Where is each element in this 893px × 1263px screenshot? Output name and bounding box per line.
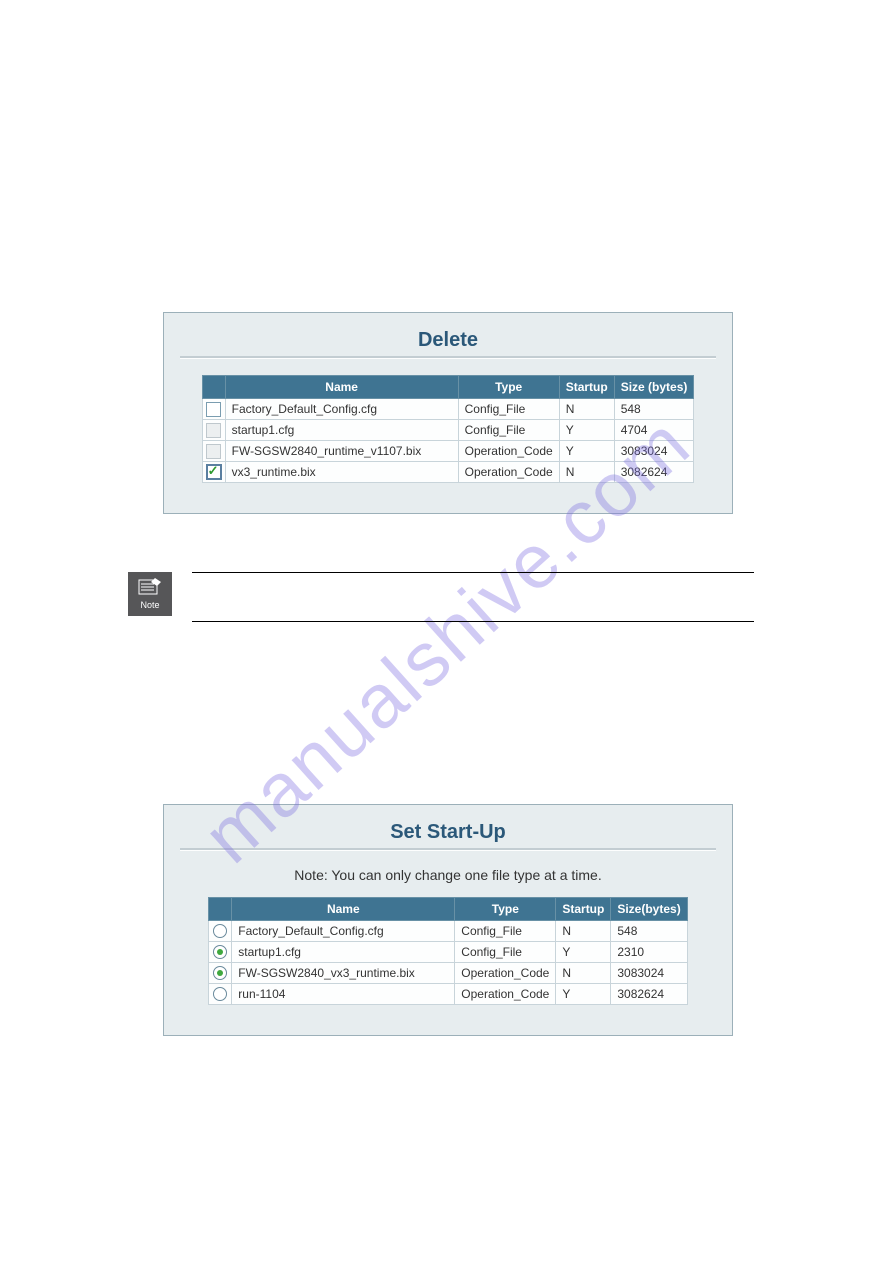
header-startup: Startup bbox=[556, 898, 611, 921]
cell-size: 2310 bbox=[611, 942, 687, 963]
table-row: vx3_runtime.bix Operation_Code N 3082624 bbox=[202, 462, 694, 483]
cell-type: Operation_Code bbox=[458, 462, 559, 483]
divider bbox=[180, 848, 716, 851]
row-radio[interactable] bbox=[213, 924, 227, 938]
cell-size: 3083024 bbox=[614, 441, 694, 462]
table-header-row: Name Type Startup Size(bytes) bbox=[209, 898, 687, 921]
header-startup: Startup bbox=[559, 376, 614, 399]
header-type: Type bbox=[458, 376, 559, 399]
note-icon-label: Note bbox=[128, 600, 172, 610]
cell-name: startup1.cfg bbox=[232, 942, 455, 963]
cell-startup: N bbox=[556, 921, 611, 942]
cell-name: startup1.cfg bbox=[225, 420, 458, 441]
cell-type: Config_File bbox=[455, 942, 556, 963]
cell-size: 3082624 bbox=[614, 462, 694, 483]
cell-name: FW-SGSW2840_runtime_v1107.bix bbox=[225, 441, 458, 462]
cell-type: Config_File bbox=[455, 921, 556, 942]
cell-type: Operation_Code bbox=[458, 441, 559, 462]
header-select bbox=[209, 898, 232, 921]
cell-name: Factory_Default_Config.cfg bbox=[232, 921, 455, 942]
cell-startup: Y bbox=[559, 420, 614, 441]
cell-type: Operation_Code bbox=[455, 963, 556, 984]
cell-name: FW-SGSW2840_vx3_runtime.bix bbox=[232, 963, 455, 984]
table-row: Factory_Default_Config.cfg Config_File N… bbox=[209, 921, 687, 942]
header-select bbox=[202, 376, 225, 399]
cell-size: 3083024 bbox=[611, 963, 687, 984]
row-radio[interactable] bbox=[213, 945, 227, 959]
cell-startup: Y bbox=[556, 942, 611, 963]
table-row: startup1.cfg Config_File Y 2310 bbox=[209, 942, 687, 963]
table-row: FW-SGSW2840_runtime_v1107.bix Operation_… bbox=[202, 441, 694, 462]
header-name: Name bbox=[225, 376, 458, 399]
startup-file-table: Name Type Startup Size(bytes) Factory_De… bbox=[208, 897, 687, 1005]
startup-panel-title: Set Start-Up bbox=[170, 821, 726, 844]
note-rules bbox=[192, 572, 754, 670]
startup-panel: Set Start-Up Note: You can only change o… bbox=[163, 804, 733, 1036]
cell-size: 3082624 bbox=[611, 984, 687, 1005]
startup-panel-note: Note: You can only change one file type … bbox=[170, 867, 726, 883]
header-name: Name bbox=[232, 898, 455, 921]
header-type: Type bbox=[455, 898, 556, 921]
row-checkbox[interactable] bbox=[206, 444, 221, 459]
cell-type: Config_File bbox=[458, 420, 559, 441]
cell-type: Config_File bbox=[458, 399, 559, 420]
cell-startup: N bbox=[559, 399, 614, 420]
divider bbox=[180, 356, 716, 359]
row-checkbox[interactable] bbox=[206, 402, 221, 417]
table-row: FW-SGSW2840_vx3_runtime.bix Operation_Co… bbox=[209, 963, 687, 984]
row-checkbox[interactable] bbox=[206, 464, 222, 480]
cell-type: Operation_Code bbox=[455, 984, 556, 1005]
table-row: startup1.cfg Config_File Y 4704 bbox=[202, 420, 694, 441]
delete-file-table: Name Type Startup Size (bytes) Factory_D… bbox=[202, 375, 695, 483]
row-radio[interactable] bbox=[213, 987, 227, 1001]
cell-size: 548 bbox=[614, 399, 694, 420]
table-header-row: Name Type Startup Size (bytes) bbox=[202, 376, 694, 399]
header-size: Size(bytes) bbox=[611, 898, 687, 921]
horizontal-rule bbox=[192, 572, 754, 573]
table-row: run-1104 Operation_Code Y 3082624 bbox=[209, 984, 687, 1005]
note-callout: Note bbox=[128, 572, 176, 616]
table-row: Factory_Default_Config.cfg Config_File N… bbox=[202, 399, 694, 420]
cell-startup: N bbox=[559, 462, 614, 483]
row-radio[interactable] bbox=[213, 966, 227, 980]
delete-panel: Delete Name Type Startup Size (bytes) Fa… bbox=[163, 312, 733, 514]
cell-size: 4704 bbox=[614, 420, 694, 441]
cell-startup: Y bbox=[559, 441, 614, 462]
horizontal-rule bbox=[192, 621, 754, 622]
note-icon: Note bbox=[128, 572, 172, 616]
row-checkbox[interactable] bbox=[206, 423, 221, 438]
cell-name: run-1104 bbox=[232, 984, 455, 1005]
cell-startup: N bbox=[556, 963, 611, 984]
header-size: Size (bytes) bbox=[614, 376, 694, 399]
cell-startup: Y bbox=[556, 984, 611, 1005]
cell-size: 548 bbox=[611, 921, 687, 942]
cell-name: vx3_runtime.bix bbox=[225, 462, 458, 483]
cell-name: Factory_Default_Config.cfg bbox=[225, 399, 458, 420]
delete-panel-title: Delete bbox=[170, 329, 726, 352]
